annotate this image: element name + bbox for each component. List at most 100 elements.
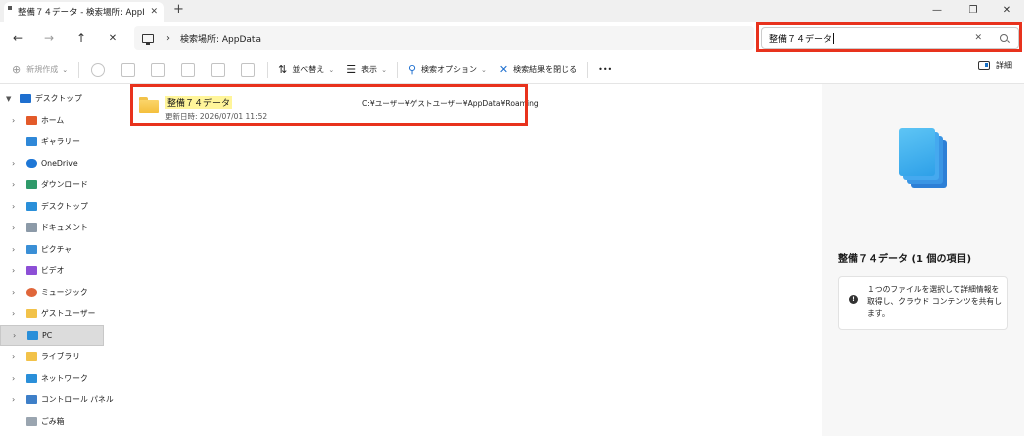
sidebar-item-desktop[interactable]: › デスクトップ xyxy=(0,196,104,218)
chevron-right-icon[interactable]: › xyxy=(12,266,15,275)
sidebar-item-label: ミュージック xyxy=(41,287,88,297)
chevron-right-icon[interactable]: › xyxy=(12,116,15,125)
forward-button[interactable]: → xyxy=(39,29,59,47)
sidebar-item-network[interactable]: › ネットワーク xyxy=(0,368,104,390)
minimize-button[interactable]: — xyxy=(920,0,954,20)
close-window-button[interactable]: ✕ xyxy=(990,0,1024,20)
sidebar-item-label: ごみ箱 xyxy=(41,416,65,426)
view-label: 表示 xyxy=(361,65,378,74)
chevron-right-icon[interactable]: › xyxy=(12,202,15,211)
sidebar-item-pc[interactable]: › PC xyxy=(0,324,104,346)
sidebar-item-gallery[interactable]: ギャラリー xyxy=(0,131,104,153)
paste-icon[interactable] xyxy=(151,62,166,77)
back-button[interactable]: ← xyxy=(8,29,28,47)
download-icon xyxy=(26,180,37,190)
rename-icon[interactable] xyxy=(181,62,196,77)
breadcrumb[interactable]: 検索場所: AppData xyxy=(180,32,261,45)
tab-active[interactable]: 整備７４データ - 検索場所: AppI ✕ xyxy=(4,2,164,22)
sidebar-item-pictures[interactable]: › ピクチャ xyxy=(0,239,104,261)
monitor-icon xyxy=(142,33,154,45)
folder-icon xyxy=(26,309,37,319)
desktop-icon xyxy=(26,201,37,211)
close-search-button[interactable]: ✕ 検索結果を閉じる xyxy=(493,59,583,81)
copy-icon[interactable] xyxy=(121,62,136,77)
sidebar-item-onedrive[interactable]: › OneDrive xyxy=(0,153,104,175)
sidebar-item-downloads[interactable]: › ダウンロード xyxy=(0,174,104,196)
search-highlight-box xyxy=(756,22,1022,52)
library-icon xyxy=(26,352,37,362)
sort-button[interactable]: ⇅ 並べ替え ⌄ xyxy=(272,59,340,81)
sidebar-item-label: ゲストユーザー xyxy=(41,309,96,319)
sidebar-item-label: ダウンロード xyxy=(41,180,88,190)
home-icon xyxy=(26,115,37,125)
sidebar-item-recycle-bin[interactable]: ごみ箱 xyxy=(0,411,104,433)
divider xyxy=(267,61,269,78)
control-panel-icon xyxy=(26,395,37,405)
chevron-right-icon[interactable]: › xyxy=(12,180,15,189)
details-pane-icon xyxy=(978,61,990,70)
address-bar[interactable]: › 検索場所: AppData xyxy=(134,26,754,50)
multiple-items-icon xyxy=(899,126,947,188)
details-title: 整備７４データ (1 個の項目) xyxy=(838,254,972,265)
view-icon: ☰ xyxy=(346,63,357,76)
chevron-right-icon[interactable]: › xyxy=(12,223,15,232)
chevron-down-icon: ⌄ xyxy=(381,65,387,74)
details-pane-button[interactable]: 詳細 xyxy=(978,60,1012,71)
stop-button[interactable]: ✕ xyxy=(103,29,123,47)
sidebar-item-label: ライブラリ xyxy=(41,352,80,362)
up-button[interactable]: ↑ xyxy=(71,29,91,47)
delete-icon[interactable] xyxy=(241,62,256,77)
sidebar-item-home[interactable]: › ホーム xyxy=(0,110,104,132)
search-options-label: 検索オプション xyxy=(421,65,477,74)
picture-icon xyxy=(26,244,37,254)
divider xyxy=(396,61,398,78)
sidebar-item-label: ピクチャ xyxy=(41,244,73,254)
details-info-box: ! １つのファイルを選択して詳細情報を取得し、クラウド コンテンツを共有します。 xyxy=(838,276,1008,330)
chevron-right-icon[interactable]: › xyxy=(12,395,15,404)
chevron-right-icon[interactable]: › xyxy=(13,331,16,340)
chevron-down-icon[interactable]: ▼ xyxy=(6,95,11,103)
chevron-right-icon[interactable]: › xyxy=(12,288,15,297)
view-button[interactable]: ☰ 表示 ⌄ xyxy=(340,59,393,81)
chevron-right-icon[interactable]: › xyxy=(12,374,15,383)
title-bar: 整備７４データ - 検索場所: AppI ✕ + — ❐ ✕ xyxy=(0,0,1024,22)
file-list: 整備７４データ 更新日時: 2026/07/01 11:52 C:¥ユーザー¥ゲ… xyxy=(104,84,822,436)
video-icon xyxy=(26,266,37,276)
search-options-button[interactable]: ⚲ 検索オプション ⌄ xyxy=(402,59,493,81)
sidebar-item-videos[interactable]: › ビデオ xyxy=(0,260,104,282)
sidebar-item-libraries[interactable]: › ライブラリ xyxy=(0,346,104,368)
chevron-down-icon: ⌄ xyxy=(328,65,335,74)
new-tab-button[interactable]: + xyxy=(173,2,184,17)
chevron-right-icon[interactable]: › xyxy=(12,159,15,168)
details-pane: 整備７４データ (1 個の項目) ! １つのファイルを選択して詳細情報を取得し、… xyxy=(822,84,1024,436)
network-icon xyxy=(26,373,37,383)
gallery-icon xyxy=(26,137,37,147)
chevron-right-icon[interactable]: › xyxy=(12,245,15,254)
details-label: 詳細 xyxy=(996,61,1012,70)
close-search-label: 検索結果を閉じる xyxy=(513,65,578,74)
desktop-icon xyxy=(20,94,31,104)
sidebar-item-control-panel[interactable]: › コントロール パネル xyxy=(0,389,114,411)
sidebar-item-label: デスクトップ xyxy=(35,94,82,104)
cut-icon[interactable] xyxy=(91,62,106,77)
share-icon[interactable] xyxy=(211,62,226,77)
tab-close-button[interactable]: ✕ xyxy=(150,7,158,17)
new-button[interactable]: ⊕ 新規作成 ⌄ xyxy=(6,59,74,81)
chevron-right-icon[interactable]: › xyxy=(12,352,15,361)
chevron-right-icon[interactable]: › xyxy=(12,309,15,318)
sidebar-item-music[interactable]: › ミュージック xyxy=(0,282,104,304)
music-icon xyxy=(26,287,37,297)
command-bar: ⊕ 新規作成 ⌄ ⇅ 並べ替え ⌄ ☰ 表示 ⌄ ⚲ 検索オプション ⌄ ✕ 検… xyxy=(0,56,1024,84)
chevron-down-icon: ⌄ xyxy=(481,65,487,74)
sidebar-item-guest-user[interactable]: › ゲストユーザー xyxy=(0,303,104,325)
maximize-button[interactable]: ❐ xyxy=(956,0,990,20)
sort-icon: ⇅ xyxy=(278,63,288,76)
divider xyxy=(587,61,589,78)
more-options-button[interactable]: ••• xyxy=(592,59,618,81)
sidebar-item-desktop-root[interactable]: ▼ デスクトップ xyxy=(0,88,104,110)
folder-tab-icon xyxy=(8,6,12,10)
sidebar-item-label: ネットワーク xyxy=(41,373,88,383)
sidebar-item-documents[interactable]: › ドキュメント xyxy=(0,217,104,239)
sidebar-item-label: OneDrive xyxy=(41,158,78,168)
info-icon: ! xyxy=(849,295,858,304)
